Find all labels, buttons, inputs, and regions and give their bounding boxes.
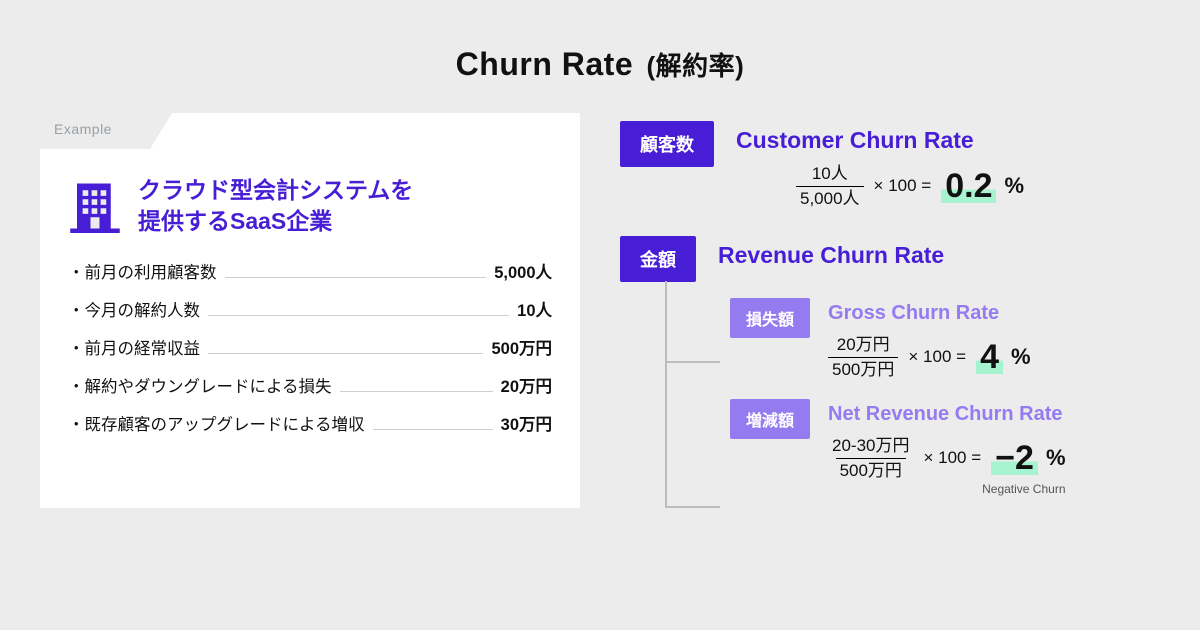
example-card: Example クラウド型会計システムを 提供するSaaS企業 ・前月の利用顧客… [40, 113, 580, 508]
customer-heading: Customer Churn Rate [736, 127, 1024, 154]
result-value: 4 [976, 340, 1003, 374]
result-value: −2 [991, 441, 1038, 475]
company-name: クラウド型会計システムを 提供するSaaS企業 [138, 175, 413, 237]
result-value: 0.2 [941, 169, 996, 203]
table-row: ・前月の利用顧客数 5,000人 [68, 259, 552, 283]
card-tab-label: Example [54, 121, 112, 137]
metrics-panel: 顧客数 Customer Churn Rate 10人 5,000人 × 100… [590, 113, 1160, 508]
revenue-churn-section: 金額 Revenue Churn Rate [620, 236, 1160, 282]
row-value: 500万円 [491, 335, 552, 359]
net-block: Net Revenue Churn Rate 20-30万円 500万円 × 1… [828, 399, 1065, 496]
fraction-num: 10人 [808, 164, 852, 186]
card-tab-cut [150, 113, 172, 149]
company-name-l2: 提供するSaaS企業 [138, 206, 413, 237]
revenue-heading: Revenue Churn Rate [718, 242, 944, 269]
gross-formula: 20万円 500万円 × 100 = 4 % [828, 335, 1031, 379]
fraction-num: 20万円 [833, 335, 894, 357]
row-value: 30万円 [501, 411, 552, 435]
net-formula: 20-30万円 500万円 × 100 = −2 % [828, 436, 1065, 480]
net-heading: Net Revenue Churn Rate [828, 403, 1065, 426]
company-name-l1: クラウド型会計システムを [138, 175, 413, 206]
customer-tag: 顧客数 [620, 121, 714, 167]
times-text: × 100 = [908, 347, 966, 367]
customer-churn-section: 顧客数 Customer Churn Rate 10人 5,000人 × 100… [620, 121, 1160, 208]
result-suffix: % [1004, 173, 1024, 199]
fraction: 10人 5,000人 [796, 164, 864, 208]
row-value: 20万円 [501, 373, 552, 397]
fraction-den: 5,000人 [796, 186, 864, 209]
table-row: ・既存顧客のアップグレードによる増収 30万円 [68, 411, 552, 435]
row-sep [373, 429, 493, 430]
fraction-den: 500万円 [828, 357, 898, 380]
row-label: ・前月の利用顧客数 [68, 259, 217, 283]
gross-heading: Gross Churn Rate [828, 302, 1031, 325]
page-title: Churn Rate (解約率) [0, 0, 1200, 83]
table-row: ・前月の経常収益 500万円 [68, 335, 552, 359]
fraction: 20万円 500万円 [828, 335, 898, 379]
fraction-num: 20-30万円 [828, 436, 913, 458]
times-text: × 100 = [924, 448, 982, 468]
row-label: ・前月の経常収益 [68, 335, 200, 359]
fraction-den: 500万円 [836, 458, 906, 481]
row-sep [225, 277, 487, 278]
title-main: Churn Rate [456, 46, 633, 82]
table-row: ・今月の解約人数 10人 [68, 297, 552, 321]
customer-formula: 10人 5,000人 × 100 = 0.2 % [796, 164, 1024, 208]
example-rows: ・前月の利用顧客数 5,000人 ・今月の解約人数 10人 ・前月の経常収益 5… [68, 259, 552, 435]
title-sub: (解約率) [647, 51, 745, 81]
table-row: ・解約やダウングレードによる損失 20万円 [68, 373, 552, 397]
row-sep [340, 391, 493, 392]
customer-block: Customer Churn Rate 10人 5,000人 × 100 = 0… [736, 121, 1024, 208]
net-note: Negative Churn [828, 482, 1065, 496]
result-suffix: % [1011, 344, 1031, 370]
row-label: ・今月の解約人数 [68, 297, 200, 321]
net-churn-section: 増減額 Net Revenue Churn Rate 20-30万円 500万円… [730, 399, 1160, 496]
times-text: × 100 = [874, 176, 932, 196]
gross-tag: 損失額 [730, 298, 810, 338]
content: Example クラウド型会計システムを 提供するSaaS企業 ・前月の利用顧客… [0, 83, 1200, 508]
row-sep [208, 353, 483, 354]
connector-lines [665, 281, 725, 531]
revenue-tag: 金額 [620, 236, 696, 282]
gross-churn-section: 損失額 Gross Churn Rate 20万円 500万円 × 100 = … [730, 298, 1160, 379]
fraction: 20-30万円 500万円 [828, 436, 913, 480]
row-value: 10人 [517, 297, 552, 321]
row-label: ・既存顧客のアップグレードによる増収 [68, 411, 365, 435]
result-suffix: % [1046, 445, 1066, 471]
gross-block: Gross Churn Rate 20万円 500万円 × 100 = 4 % [828, 298, 1031, 379]
net-tag: 増減額 [730, 399, 810, 439]
card-head: クラウド型会計システムを 提供するSaaS企業 [68, 175, 552, 237]
row-label: ・解約やダウングレードによる損失 [68, 373, 332, 397]
row-sep [208, 315, 509, 316]
building-icon [68, 179, 122, 233]
row-value: 5,000人 [494, 259, 552, 283]
